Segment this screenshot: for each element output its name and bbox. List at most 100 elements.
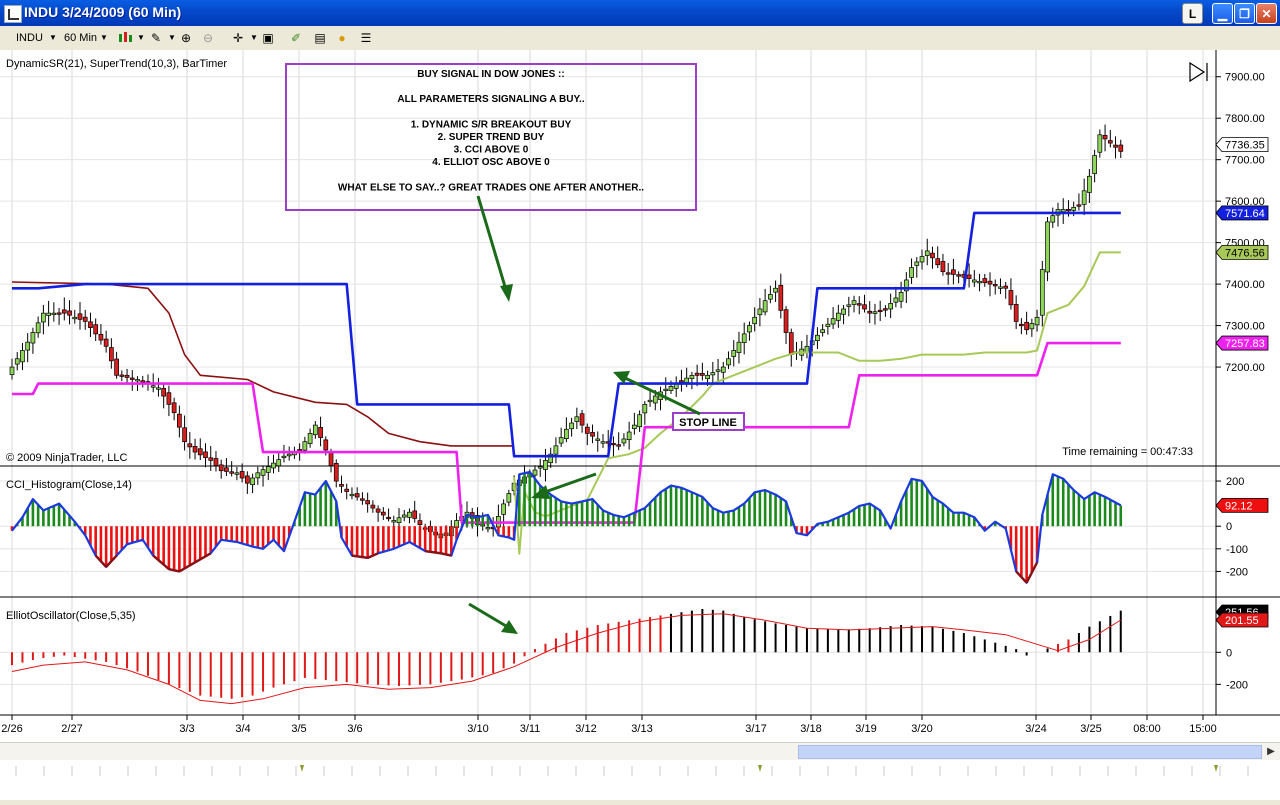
candle-body [909,267,914,278]
candlestick-style-icon[interactable] [117,30,133,46]
candle-body [46,312,51,316]
candle-body [574,416,580,422]
candle-body [987,280,993,285]
chevron-down-icon[interactable]: ▼ [133,30,149,46]
candle-body [694,372,700,376]
candle-body [344,488,350,492]
candle-body [51,312,57,315]
candle-body [1060,209,1066,213]
candle-body [977,280,982,284]
stop-line-label: STOP LINE [679,417,737,429]
candle-body [339,484,344,487]
candle-body [637,414,642,428]
y-tick-label: 7800.00 [1225,113,1265,125]
properties-icon[interactable]: ☰ [358,30,374,46]
candle-body [856,303,862,306]
candle-body [804,345,810,353]
candle-body [265,466,271,473]
candle-body [1003,285,1009,289]
chart-app-icon [4,5,22,23]
candle-body [88,321,93,329]
candle-body [218,464,224,472]
candle-body [726,358,731,366]
candle-body [762,300,768,313]
candle-body [187,443,193,448]
x-tick-label: 3/17 [745,723,766,735]
pencil-icon[interactable]: ✎ [148,30,164,46]
candle-body [1113,144,1118,148]
x-tick-label: 3/10 [467,723,488,735]
crosshair-icon[interactable]: ✛ [230,30,246,46]
candle-body [407,511,412,518]
link-button[interactable]: L [1182,3,1203,24]
candle-body [642,404,648,414]
candle-body [129,377,135,380]
ello-value-label-text: 201.55 [1225,615,1259,627]
zoom-in-icon[interactable]: ⊕ [178,30,194,46]
horizontal-scrollbar[interactable]: ▶ [0,742,1280,761]
y-tick-label: 200 [1226,476,1244,488]
candle-body [77,313,83,320]
candle-body [14,358,20,365]
candle-body [276,459,282,467]
scrollbar-thumb[interactable] [798,745,1262,759]
ello-value-label: 201.55 [1215,612,1269,628]
candle-body [1013,304,1019,322]
candle-body [835,312,841,321]
maximize-button[interactable]: ❐ [1234,3,1255,24]
candle-body [924,250,930,256]
candle-body [1092,155,1097,174]
zoom-out-icon[interactable]: ⊖ [200,30,216,46]
ello-panel-title: ElliotOscillator(Close,5,35) [6,610,136,622]
money-icon[interactable]: ● [334,30,350,46]
candle-body [375,508,381,513]
data-box-icon[interactable]: ▣ [260,30,276,46]
candle-body [632,424,637,429]
candle-body [333,463,339,482]
candle-body [370,504,376,509]
instrument-selector[interactable]: INDU ▼ [6,29,58,47]
candle-body [260,469,266,476]
cci-value-label-text: 92.12 [1225,500,1253,512]
candle-body [752,316,758,325]
x-tick-label: 3/13 [631,723,652,735]
candle-body [1071,207,1077,211]
candle-body [930,252,935,259]
candle-body [417,520,423,526]
candle-body [35,322,41,334]
candle-body [56,312,62,315]
y-tick-label: 7200.00 [1225,362,1265,374]
strategies-icon[interactable]: ✐ [288,30,304,46]
price-value-label: 7257.83 [1215,335,1269,351]
candle-body [778,284,784,311]
candle-body [867,310,873,314]
candle-body [783,309,789,333]
chevron-down-icon: ▼ [49,33,57,42]
annotation-line: 3. CCI ABOVE 0 [454,145,529,156]
indicators-icon[interactable]: ▤ [312,30,328,46]
candle-body [689,374,695,379]
candle-body [992,284,998,287]
cci-panel-title: CCI_Histogram(Close,14) [6,479,132,491]
scroll-right-arrow-icon[interactable]: ▶ [1264,745,1278,759]
candle-body [600,441,606,444]
chart-area[interactable]: 7200.007300.007400.007500.007600.007700.… [0,50,1280,742]
candle-body [82,316,88,322]
candle-body [312,424,318,436]
price-value-label: 7736.35 [1215,137,1269,153]
candle-body [898,292,904,302]
minimize-button[interactable]: ▁ [1212,3,1233,24]
candle-body [323,439,329,451]
candle-body [401,514,407,518]
candle-body [1076,204,1082,207]
candle-body [286,453,292,457]
candle-body [647,399,653,403]
cci-value-label: 92.12 [1215,498,1269,513]
candle-body [543,460,548,470]
y-tick-label: -200 [1226,679,1248,691]
interval-selector[interactable]: 60 Min ▼ [62,29,110,47]
candle-body [862,304,867,310]
close-button[interactable]: ✕ [1256,3,1277,24]
price-value-label-text: 7736.35 [1225,140,1265,152]
candle-body [652,395,658,404]
